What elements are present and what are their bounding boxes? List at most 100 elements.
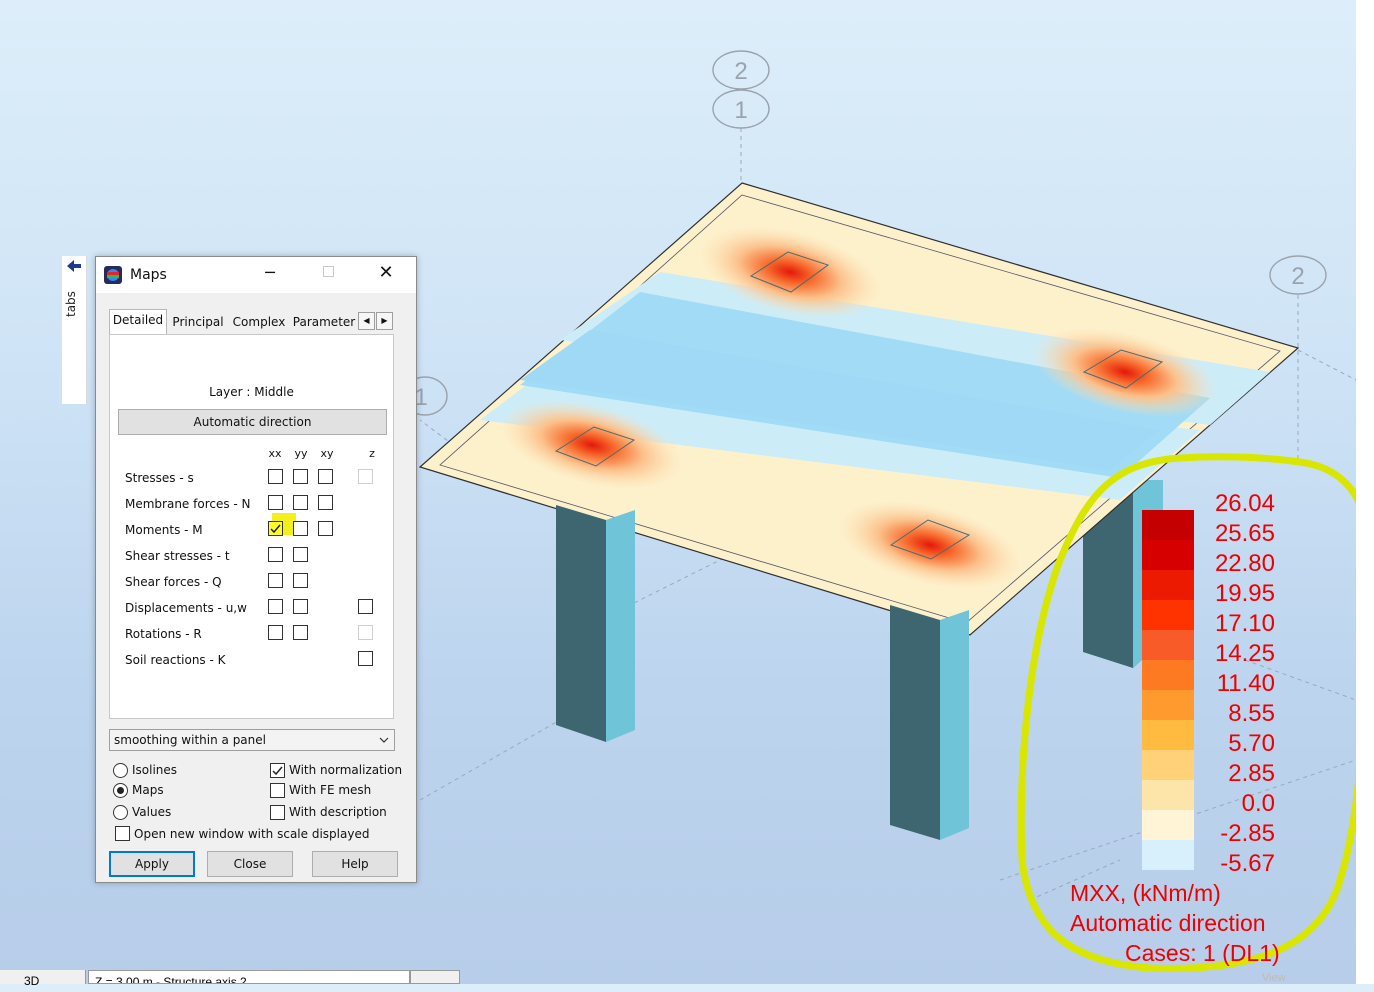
row-label-soil-reactions: Soil reactions - K — [125, 653, 226, 667]
tab-scroll-right[interactable]: ▶ — [376, 312, 393, 330]
layer-label: Layer : Middle — [209, 385, 294, 399]
with-description-label: With description — [289, 805, 387, 819]
legend-swatch — [1142, 600, 1194, 630]
displacements-yy-checkbox[interactable] — [293, 599, 308, 614]
rotations-z-checkbox[interactable] — [358, 625, 373, 640]
title-bar[interactable]: Maps ─ ✕ — [96, 257, 416, 293]
stresses-xx-checkbox[interactable] — [268, 469, 283, 484]
close-window-button[interactable]: ✕ — [370, 261, 402, 287]
axis-label-2-top: 2 — [734, 58, 747, 85]
soil-reactions-z-checkbox[interactable] — [358, 651, 373, 666]
tab-complex[interactable]: Complex — [229, 312, 289, 334]
legend-swatch — [1142, 810, 1194, 840]
checkmark-icon — [270, 524, 281, 534]
legend-value: 2.85 — [1228, 760, 1275, 787]
chevron-down-icon — [379, 737, 389, 743]
tab-scroll-left[interactable]: ◀ — [358, 312, 375, 330]
row-label-shear-forces: Shear forces - Q — [125, 575, 222, 589]
row-label-rotations: Rotations - R — [125, 627, 202, 641]
legend-value: -5.67 — [1220, 850, 1275, 877]
column-header-xx: xx — [268, 447, 282, 460]
view-mode-field[interactable]: 3D — [0, 970, 86, 988]
axis-label-1-top: 1 — [734, 97, 747, 124]
legend-cases: Cases: 1 (DL1) — [1125, 940, 1280, 966]
legend-swatch — [1142, 630, 1194, 660]
membrane-yy-checkbox[interactable] — [293, 495, 308, 510]
legend-swatch — [1142, 510, 1194, 540]
stresses-xy-checkbox[interactable] — [318, 469, 333, 484]
legend-swatch — [1142, 540, 1194, 570]
moments-yy-checkbox[interactable] — [293, 521, 308, 536]
legend-swatch — [1142, 660, 1194, 690]
with-normalization-checkbox[interactable] — [270, 763, 285, 778]
isolines-radio[interactable] — [113, 763, 128, 778]
row-label-stresses: Stresses - s — [125, 471, 194, 485]
moments-xy-checkbox[interactable] — [318, 521, 333, 536]
dialog-title: Maps — [130, 267, 167, 283]
legend-swatch — [1142, 690, 1194, 720]
shear-stresses-yy-checkbox[interactable] — [293, 547, 308, 562]
tab-detailed[interactable]: Detailed — [109, 309, 167, 334]
shear-forces-xx-checkbox[interactable] — [268, 573, 283, 588]
legend-value: 5.70 — [1228, 730, 1275, 757]
maximize-button[interactable] — [312, 261, 344, 287]
legend-swatch — [1142, 780, 1194, 810]
help-button[interactable]: Help — [312, 851, 398, 877]
with-fe-mesh-checkbox[interactable] — [270, 783, 285, 798]
arrow-left-icon[interactable] — [66, 258, 82, 274]
values-label: Values — [132, 805, 172, 819]
stresses-z-checkbox[interactable] — [358, 469, 373, 484]
right-edge — [1356, 0, 1374, 984]
membrane-xy-checkbox[interactable] — [318, 495, 333, 510]
level-spin-buttons[interactable] — [410, 970, 460, 984]
app-icon — [104, 266, 122, 284]
rotations-xx-checkbox[interactable] — [268, 625, 283, 640]
legend-swatch — [1142, 720, 1194, 750]
maps-label: Maps — [132, 783, 164, 797]
tab-principal[interactable]: Principal — [169, 312, 227, 334]
smoothing-select[interactable]: smoothing within a panel — [109, 729, 395, 751]
maximize-icon — [322, 266, 334, 277]
rotations-yy-checkbox[interactable] — [293, 625, 308, 640]
legend-value: 22.80 — [1214, 550, 1275, 577]
shear-stresses-xx-checkbox[interactable] — [268, 547, 283, 562]
level-field[interactable]: Z = 3.00 m - Structure axis 2 — [88, 970, 410, 984]
legend-value: 11.40 — [1216, 670, 1275, 697]
shear-forces-yy-checkbox[interactable] — [293, 573, 308, 588]
values-radio[interactable] — [113, 805, 128, 820]
legend-value: 25.65 — [1214, 520, 1275, 547]
view-label: View — [1262, 972, 1286, 984]
row-label-shear-stresses: Shear stresses - t — [125, 549, 230, 563]
legend-value: 14.25 — [1214, 640, 1275, 667]
detailed-panel: Layer : Middle Automatic direction xx yy… — [109, 334, 394, 719]
apply-button[interactable]: Apply — [109, 851, 195, 877]
displacements-z-checkbox[interactable] — [358, 599, 373, 614]
with-description-checkbox[interactable] — [270, 805, 285, 820]
membrane-xx-checkbox[interactable] — [268, 495, 283, 510]
side-tabs-label[interactable]: tabs — [64, 284, 84, 324]
checkmark-icon — [272, 766, 283, 776]
smoothing-select-value: smoothing within a panel — [114, 733, 266, 747]
legend-swatch — [1142, 570, 1194, 600]
legend-swatch — [1142, 840, 1194, 870]
legend-value: 17.10 — [1214, 610, 1275, 637]
column-header-z: z — [369, 447, 375, 460]
maps-radio[interactable] — [113, 783, 128, 798]
row-label-displacements: Displacements - u,w — [125, 601, 247, 615]
legend-value: 8.55 — [1228, 700, 1275, 727]
open-new-window-checkbox[interactable] — [115, 826, 130, 841]
open-new-window-label: Open new window with scale displayed — [134, 827, 370, 841]
stresses-yy-checkbox[interactable] — [293, 469, 308, 484]
tab-parameter[interactable]: Parameter — [291, 312, 357, 334]
displacements-xx-checkbox[interactable] — [268, 599, 283, 614]
moments-xx-checkbox[interactable] — [268, 521, 283, 536]
minimize-button[interactable]: ─ — [254, 261, 286, 287]
legend-value: -2.85 — [1220, 820, 1275, 847]
legend-value: 19.95 — [1214, 580, 1275, 607]
close-button[interactable]: Close — [207, 851, 293, 877]
legend-value: 26.04 — [1214, 490, 1275, 517]
isolines-label: Isolines — [132, 763, 178, 777]
automatic-direction-button[interactable]: Automatic direction — [118, 409, 387, 435]
side-tabs-strip[interactable]: tabs — [62, 256, 87, 404]
row-label-membrane-forces: Membrane forces - N — [125, 497, 251, 511]
